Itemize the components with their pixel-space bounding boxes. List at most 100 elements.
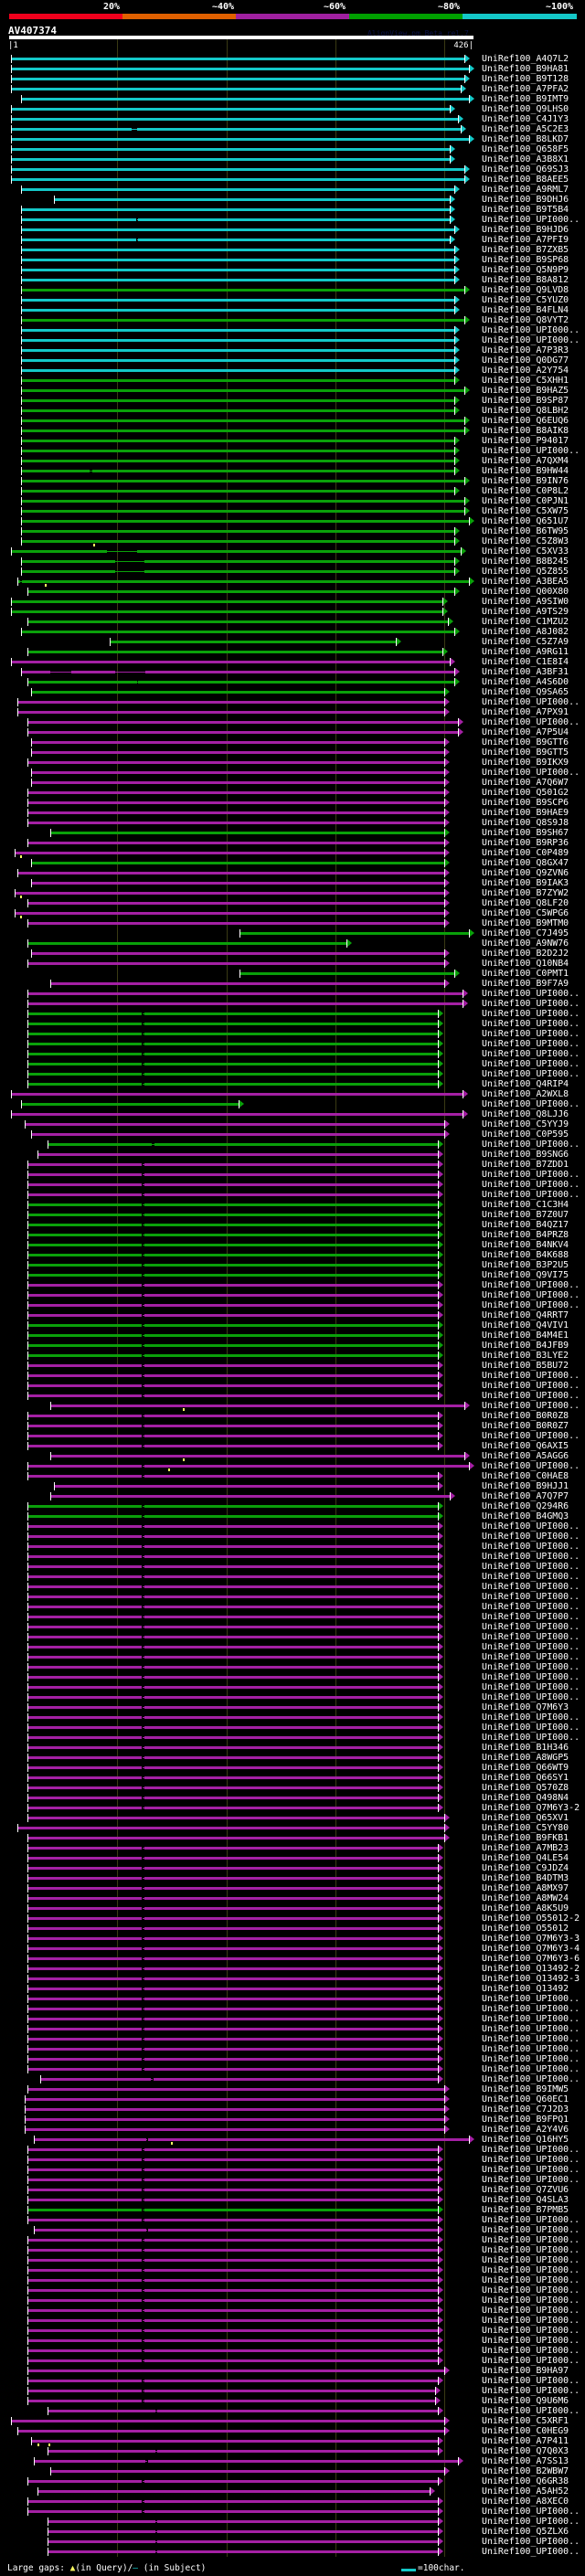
alignment-row[interactable]: UniRef100_C5Z7A9: [0, 637, 585, 647]
alignment-row[interactable]: UniRef100_UPI000..: [0, 1019, 585, 1029]
alignment-row[interactable]: UniRef100_B7ZYW2: [0, 888, 585, 898]
alignment-row[interactable]: UniRef100_UPI000..: [0, 1371, 585, 1381]
alignment-row[interactable]: UniRef100_C0P8L2: [0, 486, 585, 496]
hit-label[interactable]: UniRef100_Q4VIV1: [482, 1320, 569, 1330]
hit-label[interactable]: UniRef100_C0HAE8: [482, 1471, 569, 1481]
hit-label[interactable]: UniRef100_A7P411: [482, 2436, 569, 2446]
alignment-row[interactable]: UniRef100_B9FKB1: [0, 1833, 585, 1843]
alignment-row[interactable]: UniRef100_UPI000..: [0, 2064, 585, 2074]
hit-label[interactable]: UniRef100_Q65XV1: [482, 1813, 569, 1823]
alignment-row[interactable]: UniRef100_UPI000..: [0, 2215, 585, 2225]
hit-label[interactable]: UniRef100_B8A812: [482, 275, 569, 285]
alignment-row[interactable]: UniRef100_B9IMW5: [0, 2084, 585, 2094]
alignment-row[interactable]: UniRef100_Q65XV1: [0, 1813, 585, 1823]
hit-label[interactable]: UniRef100_B9SNG6: [482, 1150, 569, 1160]
alignment-row[interactable]: UniRef100_B9SP87: [0, 396, 585, 406]
alignment-row[interactable]: UniRef100_UPI000..: [0, 1391, 585, 1401]
alignment-row[interactable]: UniRef100_UPI000..: [0, 2235, 585, 2245]
alignment-row[interactable]: UniRef100_UPI000..: [0, 1049, 585, 1059]
hit-label[interactable]: UniRef100_Q294R6: [482, 1501, 569, 1511]
alignment-row[interactable]: UniRef100_UPI000..: [0, 335, 585, 345]
alignment-row[interactable]: UniRef100_UPI000..: [0, 2004, 585, 2014]
hit-label[interactable]: UniRef100_UPI000..: [482, 2336, 580, 2346]
hit-label[interactable]: UniRef100_B9IMW5: [482, 2084, 569, 2094]
hit-label[interactable]: UniRef100_Q9LHS0: [482, 104, 569, 114]
hit-label[interactable]: UniRef100_B7PMB5: [482, 2205, 569, 2215]
alignment-row[interactable]: UniRef100_Q7M6Y3-3: [0, 1934, 585, 1944]
alignment-row[interactable]: UniRef100_A8MX97: [0, 1883, 585, 1893]
hit-label[interactable]: UniRef100_C4J1Y3: [482, 114, 569, 124]
hit-label[interactable]: UniRef100_UPI000..: [482, 768, 580, 778]
hit-label[interactable]: UniRef100_UPI000..: [482, 717, 580, 727]
hit-label[interactable]: UniRef100_A3B8X1: [482, 154, 569, 164]
hit-label[interactable]: UniRef100_Q8LF20: [482, 898, 569, 908]
alignment-row[interactable]: UniRef100_Q4RRT7: [0, 1310, 585, 1320]
hit-label[interactable]: UniRef100_UPI000..: [482, 2376, 580, 2386]
hit-label[interactable]: UniRef100_Q9VI75: [482, 1270, 569, 1280]
alignment-row[interactable]: UniRef100_UPI000..: [0, 1552, 585, 1562]
hit-label[interactable]: UniRef100_UPI000..: [482, 2306, 580, 2316]
alignment-row[interactable]: UniRef100_Q294R6: [0, 1501, 585, 1511]
alignment-row[interactable]: UniRef100_Q5ZLX6: [0, 2527, 585, 2537]
hit-label[interactable]: UniRef100_B8B245: [482, 557, 569, 567]
alignment-row[interactable]: UniRef100_UPI000..: [0, 1672, 585, 1682]
alignment-row[interactable]: UniRef100_C5YY80: [0, 1823, 585, 1833]
alignment-row[interactable]: UniRef100_A5AH52: [0, 2486, 585, 2496]
alignment-row[interactable]: UniRef100_A2WXL8: [0, 1089, 585, 1099]
hit-label[interactable]: UniRef100_A2Y754: [482, 366, 569, 376]
hit-label[interactable]: UniRef100_UPI000..: [482, 2285, 580, 2295]
alignment-row[interactable]: UniRef100_Q0DG77: [0, 355, 585, 366]
hit-label[interactable]: UniRef100_B9GTT6: [482, 737, 569, 747]
hit-label[interactable]: UniRef100_B9HW44: [482, 466, 569, 476]
alignment-row[interactable]: UniRef100_UPI000..: [0, 2295, 585, 2306]
alignment-row[interactable]: UniRef100_B9GTT5: [0, 747, 585, 758]
alignment-row[interactable]: UniRef100_Q16HY5: [0, 2135, 585, 2145]
alignment-row[interactable]: UniRef100_B4PRZ8: [0, 1230, 585, 1240]
alignment-row[interactable]: UniRef100_A7PX91: [0, 707, 585, 717]
alignment-row[interactable]: UniRef100_B9HAE9: [0, 808, 585, 818]
alignment-row[interactable]: UniRef100_C0HAE8: [0, 1471, 585, 1481]
hit-label[interactable]: UniRef100_B9HAZ5: [482, 386, 569, 396]
alignment-row[interactable]: UniRef100_C5XRF1: [0, 2416, 585, 2426]
hit-label[interactable]: UniRef100_C1E8I4: [482, 657, 569, 667]
hit-label[interactable]: UniRef100_Q570Z8: [482, 1783, 569, 1793]
alignment-row[interactable]: UniRef100_UPI000..: [0, 1723, 585, 1733]
alignment-row[interactable]: UniRef100_B4K688: [0, 1250, 585, 1260]
hit-label[interactable]: UniRef100_Q7Q0X3: [482, 2446, 569, 2456]
hit-label[interactable]: UniRef100_UPI000..: [482, 2356, 580, 2366]
alignment-row[interactable]: UniRef100_B9IKX9: [0, 758, 585, 768]
alignment-row[interactable]: UniRef100_UPI000..: [0, 1029, 585, 1039]
alignment-row[interactable]: UniRef100_A8J082: [0, 627, 585, 637]
hit-label[interactable]: UniRef100_UPI000..: [482, 2547, 580, 2557]
alignment-row[interactable]: UniRef100_Q7M6Y3: [0, 1702, 585, 1712]
hit-label[interactable]: UniRef100_UPI000..: [482, 2054, 580, 2064]
hit-label[interactable]: UniRef100_Q4SLA3: [482, 2195, 569, 2205]
hit-label[interactable]: UniRef100_UPI000..: [482, 2386, 580, 2396]
hit-label[interactable]: UniRef100_B7ZXB5: [482, 245, 569, 255]
hit-label[interactable]: UniRef100_Q66WT9: [482, 1763, 569, 1773]
alignment-row[interactable]: UniRef100_A8XEC0: [0, 2496, 585, 2507]
hit-label[interactable]: UniRef100_A7PX91: [482, 707, 569, 717]
hit-label[interactable]: UniRef100_B9HA81: [482, 64, 569, 74]
alignment-row[interactable]: UniRef100_A5AGG6: [0, 1451, 585, 1461]
hit-label[interactable]: UniRef100_B4M4E1: [482, 1330, 569, 1341]
alignment-row[interactable]: UniRef100_B7PMB5: [0, 2205, 585, 2215]
alignment-row[interactable]: UniRef100_B3LYE2: [0, 1351, 585, 1361]
hit-label[interactable]: UniRef100_A7MB23: [482, 1843, 569, 1853]
alignment-row[interactable]: UniRef100_B9IAK3: [0, 878, 585, 888]
hit-label[interactable]: UniRef100_UPI000..: [482, 1140, 580, 1150]
alignment-row[interactable]: UniRef100_A7P3R3: [0, 345, 585, 355]
alignment-row[interactable]: UniRef100_UPI000..: [0, 1039, 585, 1049]
hit-label[interactable]: UniRef100_UPI000..: [482, 2175, 580, 2185]
hit-label[interactable]: UniRef100_B9SP68: [482, 255, 569, 265]
hit-label[interactable]: UniRef100_C7J2D3: [482, 2104, 569, 2115]
alignment-row[interactable]: UniRef100_UPI000..: [0, 2014, 585, 2024]
hit-label[interactable]: UniRef100_UPI000..: [482, 2034, 580, 2044]
hit-label[interactable]: UniRef100_B9GTT5: [482, 747, 569, 758]
hit-label[interactable]: UniRef100_UPI000..: [482, 1290, 580, 1300]
alignment-row[interactable]: UniRef100_Q501G2: [0, 788, 585, 798]
hit-label[interactable]: UniRef100_UPI000..: [482, 2346, 580, 2356]
alignment-row[interactable]: UniRef100_A3B8X1: [0, 154, 585, 164]
alignment-row[interactable]: UniRef100_Q60EC1: [0, 2094, 585, 2104]
alignment-row[interactable]: UniRef100_UPI000..: [0, 1572, 585, 1582]
